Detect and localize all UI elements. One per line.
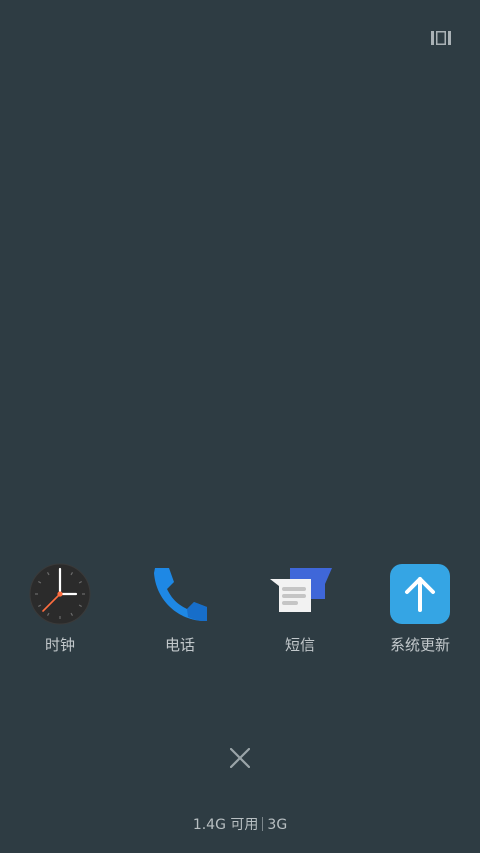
app-label-phone: 电话 (164, 636, 195, 654)
close-icon (230, 748, 250, 768)
app-system-update[interactable]: 系统更新 (360, 562, 480, 655)
app-label-messages: 短信 (284, 636, 315, 654)
clock-icon (28, 562, 92, 626)
app-clock[interactable]: 时钟 (0, 562, 120, 655)
phone-icon (148, 562, 212, 626)
app-label-clock: 时钟 (44, 636, 75, 654)
memory-status: 1.4G 可用 3G (0, 815, 480, 835)
layout-toggle-button[interactable] (426, 26, 456, 50)
system-update-icon (388, 562, 452, 626)
app-messages[interactable]: 短信 (240, 562, 360, 655)
memory-available: 1.4G 可用 (192, 817, 259, 833)
messages-icon (268, 562, 332, 626)
app-phone[interactable]: 电话 (120, 562, 240, 655)
memory-separator (262, 817, 264, 831)
layout-toggle-icon (431, 31, 451, 45)
recent-apps-row: 时钟 电话 短信 系统更新 (0, 562, 480, 662)
app-label-system-update: 系统更新 (389, 636, 450, 654)
memory-total: 3G (267, 817, 288, 833)
close-all-button[interactable] (226, 744, 254, 772)
